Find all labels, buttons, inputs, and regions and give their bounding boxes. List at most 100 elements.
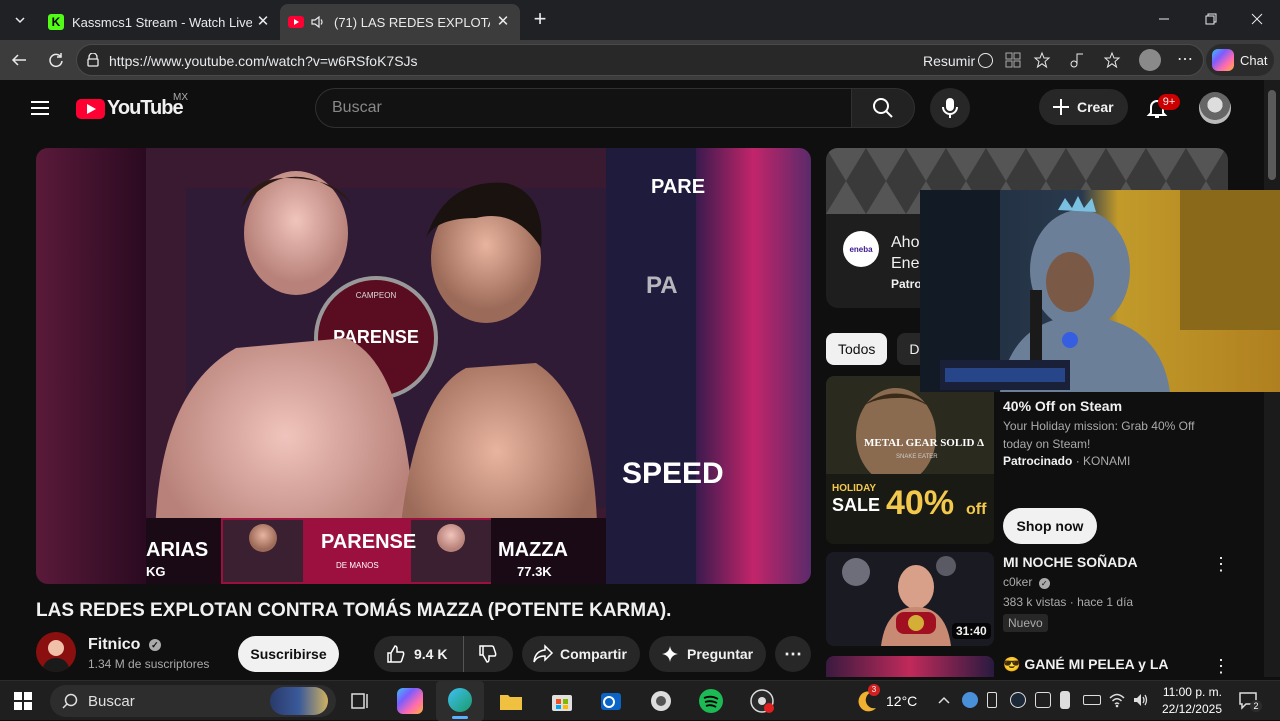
volume-icon[interactable]: [1132, 691, 1150, 709]
weather-temperature[interactable]: 12°C: [886, 693, 917, 709]
account-avatar[interactable]: [1199, 92, 1231, 124]
favorite-star-icon[interactable]: [1033, 51, 1051, 69]
voice-search-button[interactable]: [930, 88, 970, 128]
scrollbar-thumb[interactable]: [1268, 90, 1276, 180]
ask-button[interactable]: Preguntar: [649, 636, 766, 672]
profile-avatar-icon[interactable]: [1139, 49, 1161, 71]
plus-icon: [1051, 97, 1071, 117]
video-player[interactable]: PARE PA SPEED PARENSE CAMPEON PARENSE DE…: [36, 148, 811, 584]
show-hidden-icons-chevron-icon[interactable]: [937, 693, 951, 707]
search-button[interactable]: [851, 88, 915, 128]
search-field[interactable]: [315, 88, 851, 128]
network-app-icon[interactable]: [962, 692, 978, 708]
video-menu-icon[interactable]: ⋮: [1212, 656, 1230, 676]
system-clock[interactable]: 11:00 p. m. 22/12/2025: [1156, 684, 1222, 718]
address-bar[interactable]: https://www.youtube.com/watch?v=w6RSfoK7…: [76, 44, 1204, 76]
video-menu-icon[interactable]: ⋮: [1212, 554, 1230, 574]
channel-name[interactable]: Fitnico ✓: [88, 636, 161, 654]
restore-icon[interactable]: [1204, 12, 1218, 26]
new-tab-plus-icon[interactable]: +: [528, 8, 552, 32]
wifi-icon[interactable]: [1108, 691, 1126, 709]
chat-label: Chat: [1240, 52, 1268, 68]
site-info-icon[interactable]: [86, 53, 100, 67]
youtube-logo[interactable]: YouTube: [76, 97, 184, 120]
like-count: 9.4 K: [414, 646, 448, 662]
tab-actions-chevron-icon[interactable]: [8, 8, 32, 32]
svg-text:PA: PA: [646, 272, 678, 299]
clock-date: 22/12/2025: [1161, 702, 1222, 716]
url-text: https://www.youtube.com/watch?v=w6RSfoK7…: [109, 53, 418, 69]
obs-recording-icon[interactable]: [749, 688, 775, 714]
taskbar-search-placeholder: Buscar: [88, 693, 135, 710]
subscriber-count: 1.34 M de suscriptores: [88, 657, 210, 671]
reload-icon[interactable]: [47, 51, 65, 69]
channel-name-text: Fitnico: [88, 636, 141, 653]
task-view-icon[interactable]: [348, 688, 374, 714]
speaker-icon[interactable]: [310, 14, 326, 30]
copilot-chat-button[interactable]: Chat: [1206, 44, 1274, 76]
share-button[interactable]: Compartir: [522, 636, 640, 672]
app-grid-icon[interactable]: [1005, 52, 1021, 68]
ad-thumbnail[interactable]: METAL GEAR SOLID Δ SNAKE EATER HOLIDAY S…: [826, 376, 994, 544]
media-control-icon[interactable]: [1068, 51, 1086, 69]
svg-text:ARIAS: ARIAS: [146, 539, 208, 561]
usb-device-icon[interactable]: [987, 692, 997, 708]
svg-text:77.3K: 77.3K: [517, 564, 552, 579]
edge-browser-icon: [448, 688, 472, 712]
close-tab-icon[interactable]: ✕: [254, 13, 272, 31]
summarize-button[interactable]: Resumir: [923, 53, 975, 69]
ad-title[interactable]: 40% Off on Steam: [1003, 398, 1122, 414]
verified-check-icon: ✓: [148, 638, 161, 651]
favorites-icon[interactable]: [1104, 51, 1122, 69]
tab-youtube-video[interactable]: (71) LAS REDES EXPLOTAN CONTRA TOMÁS MAZ…: [280, 4, 520, 40]
search-input[interactable]: [316, 89, 851, 127]
more-actions-button[interactable]: ⋯: [775, 636, 811, 672]
dislike-button[interactable]: [464, 636, 512, 672]
more-options-icon[interactable]: ⋯: [1177, 49, 1193, 69]
back-arrow-icon[interactable]: [10, 51, 28, 69]
video-title[interactable]: MI NOCHE SOÑADA: [1003, 554, 1138, 570]
close-tab-icon[interactable]: ✕: [494, 13, 512, 31]
battery-icon[interactable]: [1083, 695, 1101, 705]
channel-line[interactable]: c0ker ✓: [1003, 575, 1050, 589]
copilot-app-icon[interactable]: [397, 688, 423, 714]
minimize-icon[interactable]: [1157, 12, 1171, 26]
new-badge: Nuevo: [1003, 614, 1048, 632]
svg-text:METAL GEAR SOLID Δ: METAL GEAR SOLID Δ: [864, 437, 984, 449]
file-explorer-icon[interactable]: [498, 688, 524, 714]
spotify-icon[interactable]: [698, 688, 724, 714]
svg-text:MAZZA: MAZZA: [498, 539, 568, 561]
weather-icon[interactable]: 3: [854, 684, 880, 714]
region-code: MX: [173, 92, 188, 103]
hamburger-menu-icon[interactable]: [30, 99, 50, 117]
microsoft-store-icon[interactable]: [549, 688, 575, 714]
copilot-summary-icon[interactable]: [977, 52, 994, 69]
subscribe-button[interactable]: Suscribirse: [238, 636, 339, 672]
tab-kick-stream[interactable]: K Kassmcs1 Stream - Watch Live on Kick ✕: [40, 4, 280, 40]
outlook-icon[interactable]: [598, 688, 624, 714]
create-button[interactable]: Crear: [1039, 89, 1128, 125]
ad-description: Your Holiday mission: Grab 40% Off today…: [1003, 419, 1195, 451]
steam-tray-icon[interactable]: [1010, 692, 1026, 708]
chip-todos[interactable]: Todos: [826, 333, 888, 365]
microphone-icon: [942, 97, 958, 119]
video-thumbnail[interactable]: [826, 656, 994, 677]
weather-alert-badge: 3: [868, 684, 880, 696]
notification-count: 2: [1250, 700, 1262, 712]
window-close-icon[interactable]: [1250, 12, 1264, 26]
shop-now-button[interactable]: Shop now: [1003, 508, 1097, 544]
verified-check-icon: ✓: [1038, 578, 1050, 589]
video-title[interactable]: 😎 GANÉ MI PELEA y LA: [1003, 656, 1168, 673]
video-frame: PARE PA SPEED PARENSE CAMPEON PARENSE DE…: [36, 148, 811, 584]
view-count: 383 k vistas: [1003, 595, 1067, 609]
channel-avatar[interactable]: [36, 632, 76, 672]
game-controller-icon[interactable]: [648, 688, 674, 714]
tray-app-icon[interactable]: [1035, 692, 1051, 708]
browser-tab-strip: K Kassmcs1 Stream - Watch Live on Kick ✕…: [0, 0, 1280, 40]
phone-link-icon[interactable]: [1060, 691, 1070, 709]
edge-taskbar-button[interactable]: [436, 681, 484, 721]
like-button[interactable]: 9.4 K: [374, 636, 464, 672]
windows-start-icon[interactable]: [14, 692, 32, 710]
taskbar-search[interactable]: Buscar: [50, 685, 336, 717]
notification-center-icon[interactable]: 2: [1238, 690, 1262, 712]
